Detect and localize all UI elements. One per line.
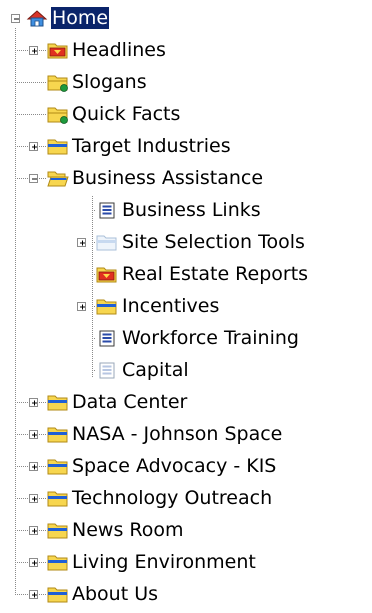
site-tree: Home Headlines Slogans Quick Facts Target In… <box>0 0 372 613</box>
tree-item-label[interactable]: News Room <box>71 519 185 541</box>
tree-item-label[interactable]: Workforce Training <box>121 327 300 349</box>
expand-icon[interactable] <box>29 590 38 599</box>
tree-item-label[interactable]: Incentives <box>121 295 220 317</box>
expand-icon[interactable] <box>29 526 38 535</box>
folder-blue-icon <box>47 488 69 508</box>
tree-item-label[interactable]: Space Advocacy - KIS <box>71 455 277 477</box>
tree-item-quick-facts[interactable]: Quick Facts <box>0 98 372 130</box>
tree-item-capital[interactable]: Capital <box>0 354 372 386</box>
tree-item-label[interactable]: Business Links <box>121 199 262 221</box>
expand-icon[interactable] <box>29 46 38 55</box>
tree-item-label[interactable]: NASA - Johnson Space <box>71 423 283 445</box>
tree-item-label[interactable]: Slogans <box>71 71 148 93</box>
tree-item-label[interactable]: Home <box>51 7 110 29</box>
tree-item-label[interactable]: Headlines <box>71 39 167 61</box>
tree-item-headlines[interactable]: Headlines <box>0 34 372 66</box>
folder-blue-icon <box>47 584 69 604</box>
expand-icon[interactable] <box>29 494 38 503</box>
tree-item-about-us[interactable]: About Us <box>0 578 372 610</box>
folder-blue-icon <box>47 552 69 572</box>
tree-item-news-room[interactable]: News Room <box>0 514 372 546</box>
tree-item-label[interactable]: Business Assistance <box>71 167 264 189</box>
tree-item-business-links[interactable]: Business Links <box>0 194 372 226</box>
tree-connector <box>92 274 95 275</box>
tree-connector <box>92 210 95 211</box>
document-icon <box>96 200 118 220</box>
home-icon <box>26 8 48 28</box>
expand-icon[interactable] <box>29 142 38 151</box>
expand-icon[interactable] <box>77 238 86 247</box>
tree-item-home[interactable]: Home <box>0 2 372 34</box>
tree-item-site-selection-tools[interactable]: Site Selection Tools <box>0 226 372 258</box>
folder-open-icon <box>47 168 69 188</box>
tree-connector <box>92 242 95 243</box>
tree-item-technology-outreach[interactable]: Technology Outreach <box>0 482 372 514</box>
folder-blue-icon <box>47 136 69 156</box>
tree-connector <box>92 306 95 307</box>
tree-item-label[interactable]: Capital <box>121 359 190 381</box>
folder-green-dot-icon <box>47 72 69 92</box>
document-icon <box>96 328 118 348</box>
folder-green-dot-icon <box>47 104 69 124</box>
folder-red-icon <box>96 264 118 284</box>
expand-icon[interactable] <box>29 398 38 407</box>
tree-connector <box>15 82 46 83</box>
tree-item-nasa-johnson-space[interactable]: NASA - Johnson Space <box>0 418 372 450</box>
expand-icon[interactable] <box>77 302 86 311</box>
tree-item-label[interactable]: Site Selection Tools <box>121 231 306 253</box>
collapse-icon[interactable] <box>29 174 38 183</box>
folder-blue-icon <box>96 296 118 316</box>
tree-item-label[interactable]: Data Center <box>71 391 188 413</box>
tree-item-data-center[interactable]: Data Center <box>0 386 372 418</box>
collapse-icon[interactable] <box>11 14 20 23</box>
tree-item-real-estate-reports[interactable]: Real Estate Reports <box>0 258 372 290</box>
tree-item-label[interactable]: Technology Outreach <box>71 487 273 509</box>
tree-connector <box>92 338 95 339</box>
tree-item-label[interactable]: Living Environment <box>71 551 257 573</box>
tree-item-label[interactable]: Real Estate Reports <box>121 263 309 285</box>
tree-item-workforce-training[interactable]: Workforce Training <box>0 322 372 354</box>
document-faded-icon <box>96 360 118 380</box>
folder-blue-icon <box>47 424 69 444</box>
tree-item-label[interactable]: Target Industries <box>71 135 232 157</box>
folder-faded-icon <box>96 232 118 252</box>
folder-red-icon <box>47 40 69 60</box>
tree-item-business-assistance[interactable]: Business Assistance <box>0 162 372 194</box>
expand-icon[interactable] <box>29 430 38 439</box>
tree-connector <box>92 370 95 371</box>
tree-item-slogans[interactable]: Slogans <box>0 66 372 98</box>
expand-icon[interactable] <box>29 558 38 567</box>
tree-item-space-advocacy-kis[interactable]: Space Advocacy - KIS <box>0 450 372 482</box>
tree-item-label[interactable]: Quick Facts <box>71 103 181 125</box>
tree-item-living-environment[interactable]: Living Environment <box>0 546 372 578</box>
tree-item-target-industries[interactable]: Target Industries <box>0 130 372 162</box>
folder-blue-icon <box>47 456 69 476</box>
tree-item-incentives[interactable]: Incentives <box>0 290 372 322</box>
tree-item-label[interactable]: About Us <box>71 583 159 605</box>
folder-blue-icon <box>47 520 69 540</box>
expand-icon[interactable] <box>29 462 38 471</box>
folder-blue-icon <box>47 392 69 412</box>
tree-connector <box>15 114 46 115</box>
